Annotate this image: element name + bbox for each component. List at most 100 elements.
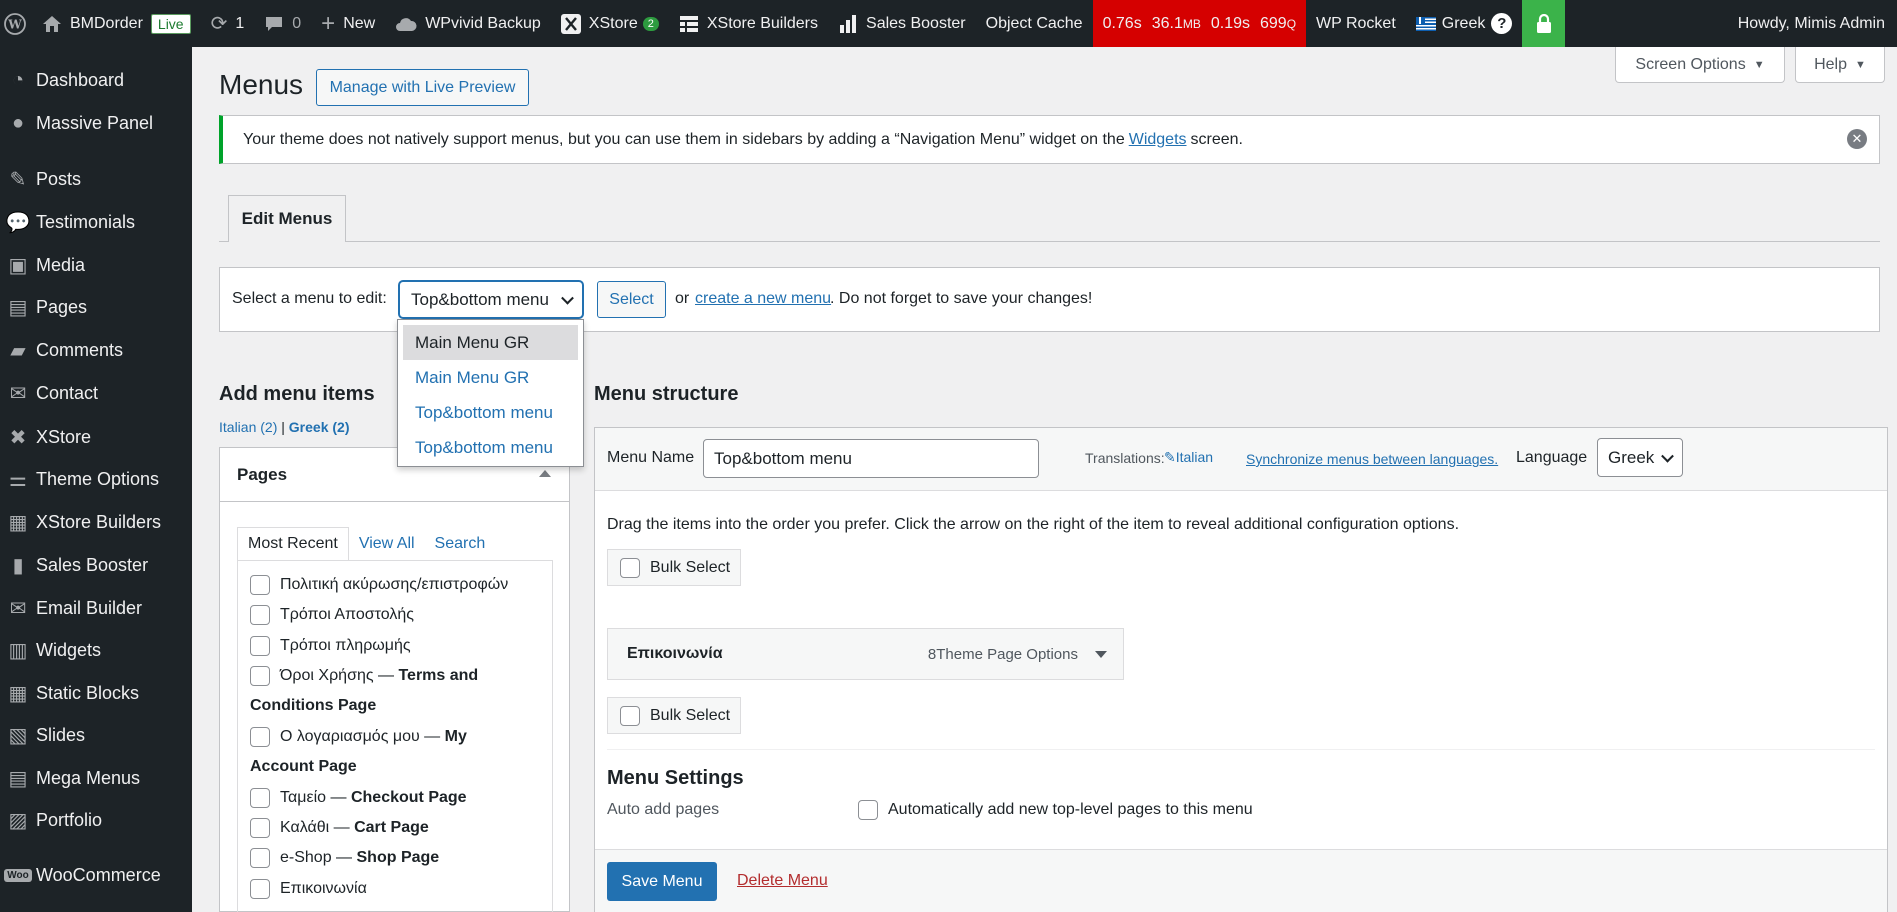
checkbox[interactable]	[620, 705, 640, 726]
pin-icon: ✎	[9, 168, 27, 191]
select-menu-button[interactable]: Select	[597, 281, 666, 318]
site-name-menu[interactable]: BMDorder Live	[32, 0, 201, 47]
sidebar-item-static-blocks[interactable]: ▦ Static Blocks	[0, 673, 192, 713]
language-select[interactable]: Greek	[1597, 438, 1683, 477]
language-switcher-menu[interactable]: Greek ?	[1406, 0, 1523, 47]
plus-icon: +	[321, 9, 336, 37]
wp-logo-menu[interactable]: W	[0, 0, 32, 47]
menu-name-input[interactable]: Top&bottom menu	[703, 439, 1039, 478]
collapse-arrow-icon[interactable]	[539, 470, 551, 477]
query-monitor-menu[interactable]: 0.76s 36.1MB 0.19s 699Q	[1092, 0, 1307, 47]
woo-icon: Woo	[0, 868, 36, 882]
sidebar-item-slides[interactable]: ▧ Slides	[0, 715, 192, 755]
menu-select-dropdown[interactable]: Top&bottom menu	[399, 281, 583, 318]
tab-search[interactable]: Search	[425, 527, 496, 561]
synchronize-menus-link[interactable]: Synchronize menus between languages.	[1246, 451, 1498, 467]
sidebar-item-xstore[interactable]: ✖ XStore	[0, 417, 192, 457]
menu-option[interactable]: Main Menu GR	[403, 360, 578, 395]
xstore-menu[interactable]: XStore 2	[551, 0, 669, 47]
new-content-menu[interactable]: + New	[311, 0, 385, 47]
sidebar-item-portfolio[interactable]: ▨ Portfolio	[0, 800, 192, 840]
widgets-link[interactable]: Widgets	[1129, 131, 1187, 149]
checkbox[interactable]	[250, 726, 270, 747]
checkbox[interactable]	[620, 557, 640, 578]
sidebar-item-posts[interactable]: ✎ Posts	[0, 159, 192, 199]
bulk-select-bottom[interactable]: Bulk Select	[607, 697, 741, 734]
grid-icon: ▦	[8, 511, 28, 534]
checkbox[interactable]	[250, 604, 270, 625]
theme-support-notice: Your theme does not natively support men…	[219, 115, 1880, 164]
auto-add-pages-option[interactable]: Automatically add new top-level pages to…	[858, 800, 1253, 820]
menu-option[interactable]: Top&bottom menu	[403, 395, 578, 430]
screen-options-toggle[interactable]: Screen Options ▼	[1615, 47, 1785, 83]
wpvivid-menu[interactable]: WPvivid Backup	[385, 0, 551, 47]
widgets-icon: ▥	[8, 639, 28, 662]
list-item[interactable]: Πολιτική ακύρωσης/επιστροφών	[250, 570, 550, 600]
updates-menu[interactable]: ⟳ 1	[201, 0, 255, 47]
sidebar-item-mega-menus[interactable]: ▤ Mega Menus	[0, 758, 192, 798]
object-cache-menu[interactable]: Object Cache	[976, 0, 1093, 47]
translation-italian-link[interactable]: ✎Italian	[1164, 449, 1213, 466]
checkbox[interactable]	[858, 800, 878, 820]
sales-booster-menu[interactable]: Sales Booster	[828, 0, 976, 47]
checkbox[interactable]	[250, 665, 270, 686]
list-item[interactable]: Τρόποι πληρωμής	[250, 631, 550, 661]
checkbox[interactable]	[250, 574, 270, 595]
menu-option[interactable]: Main Menu GR	[403, 325, 578, 360]
sidebar-item-email-builder[interactable]: ✉ Email Builder	[0, 588, 192, 628]
list-item[interactable]: Όροι Χρήσης — Terms and Conditions Page	[250, 661, 495, 721]
list-item[interactable]: Καλάθι — Cart Page	[250, 813, 550, 843]
menu-header: Menu Name Top&bottom menu Translations: …	[595, 428, 1887, 491]
list-item[interactable]: Επικοινωνία	[250, 874, 550, 904]
dismiss-notice-icon[interactable]: ✕	[1847, 129, 1867, 149]
sidebar-item-media[interactable]: ▣ Media	[0, 245, 192, 285]
sidebar-item-woocommerce[interactable]: Woo WooCommerce	[0, 855, 192, 895]
tab-view-all[interactable]: View All	[349, 527, 425, 561]
xstore-builders-menu[interactable]: XStore Builders	[669, 0, 828, 47]
checkbox[interactable]	[250, 878, 270, 899]
lang-filter-greek[interactable]: Greek (2)	[289, 419, 350, 435]
sidebar-item-dashboard[interactable]: ◔ Dashboard	[0, 60, 192, 100]
portfolio-icon: ▨	[8, 809, 28, 832]
list-item[interactable]: e-Shop — Shop Page	[250, 843, 550, 873]
lang-filter-italian[interactable]: Italian (2)	[219, 419, 277, 435]
delete-menu-link[interactable]: Delete Menu	[737, 872, 828, 890]
checkbox[interactable]	[250, 847, 270, 868]
my-account-menu[interactable]: Howdy, Mimis Admin	[1728, 0, 1897, 47]
checkbox[interactable]	[250, 817, 270, 838]
list-item[interactable]: Ταμείο — Checkout Page	[250, 783, 550, 813]
menu-footer: Save Menu Delete Menu	[595, 849, 1887, 912]
or-text: or	[675, 290, 690, 307]
tab-most-recent[interactable]: Most Recent	[237, 527, 349, 561]
list-item[interactable]: Τρόποι Αποστολής	[250, 600, 550, 630]
menu-item-contact[interactable]: Επικοινωνία 8Theme Page Options	[607, 628, 1124, 680]
sidebar-item-testimonials[interactable]: 💬 Testimonials	[0, 202, 192, 242]
sidebar-item-massive-panel[interactable]: ● Massive Panel	[0, 103, 192, 143]
sidebar-item-theme-options[interactable]: ⚌ Theme Options	[0, 459, 192, 499]
security-lock-menu[interactable]	[1522, 0, 1566, 47]
menu-name-label: Menu Name	[607, 449, 695, 466]
bulk-select-top[interactable]: Bulk Select	[607, 549, 741, 586]
main-content: Screen Options ▼ Help ▼ Menus Manage with …	[192, 47, 1897, 912]
sidebar-item-contact[interactable]: ✉ Contact	[0, 373, 192, 413]
wp-rocket-menu[interactable]: WP Rocket	[1306, 0, 1406, 47]
help-toggle[interactable]: Help ▼	[1795, 47, 1885, 83]
manage-live-preview-button[interactable]: Manage with Live Preview	[316, 69, 529, 106]
checkbox[interactable]	[250, 787, 270, 808]
tab-edit-menus[interactable]: Edit Menus	[228, 195, 346, 242]
checkbox[interactable]	[250, 635, 270, 656]
sidebar-item-widgets[interactable]: ▥ Widgets	[0, 630, 192, 670]
select-menu-label: Select a menu to edit:	[232, 290, 387, 307]
perf-time: 0.76s	[1102, 14, 1142, 32]
save-menu-button[interactable]: Save Menu	[607, 862, 717, 901]
admin-sidebar: ◔ Dashboard ● Massive Panel ✎ Posts 💬 Testim…	[0, 47, 192, 912]
sidebar-item-pages[interactable]: ▤ Pages	[0, 287, 192, 327]
sidebar-item-comments[interactable]: ▰ Comments	[0, 330, 192, 370]
create-new-menu-link[interactable]: create a new menu	[695, 290, 831, 308]
menu-option[interactable]: Top&bottom menu	[403, 430, 578, 465]
comments-menu[interactable]: 0	[254, 0, 311, 47]
expand-arrow-icon[interactable]	[1095, 651, 1107, 658]
sidebar-item-xstore-builders[interactable]: ▦ XStore Builders	[0, 502, 192, 542]
sidebar-item-sales-booster[interactable]: ▮ Sales Booster	[0, 545, 192, 585]
list-item[interactable]: Ο λογαριασμός μου — My Account Page	[250, 722, 500, 782]
